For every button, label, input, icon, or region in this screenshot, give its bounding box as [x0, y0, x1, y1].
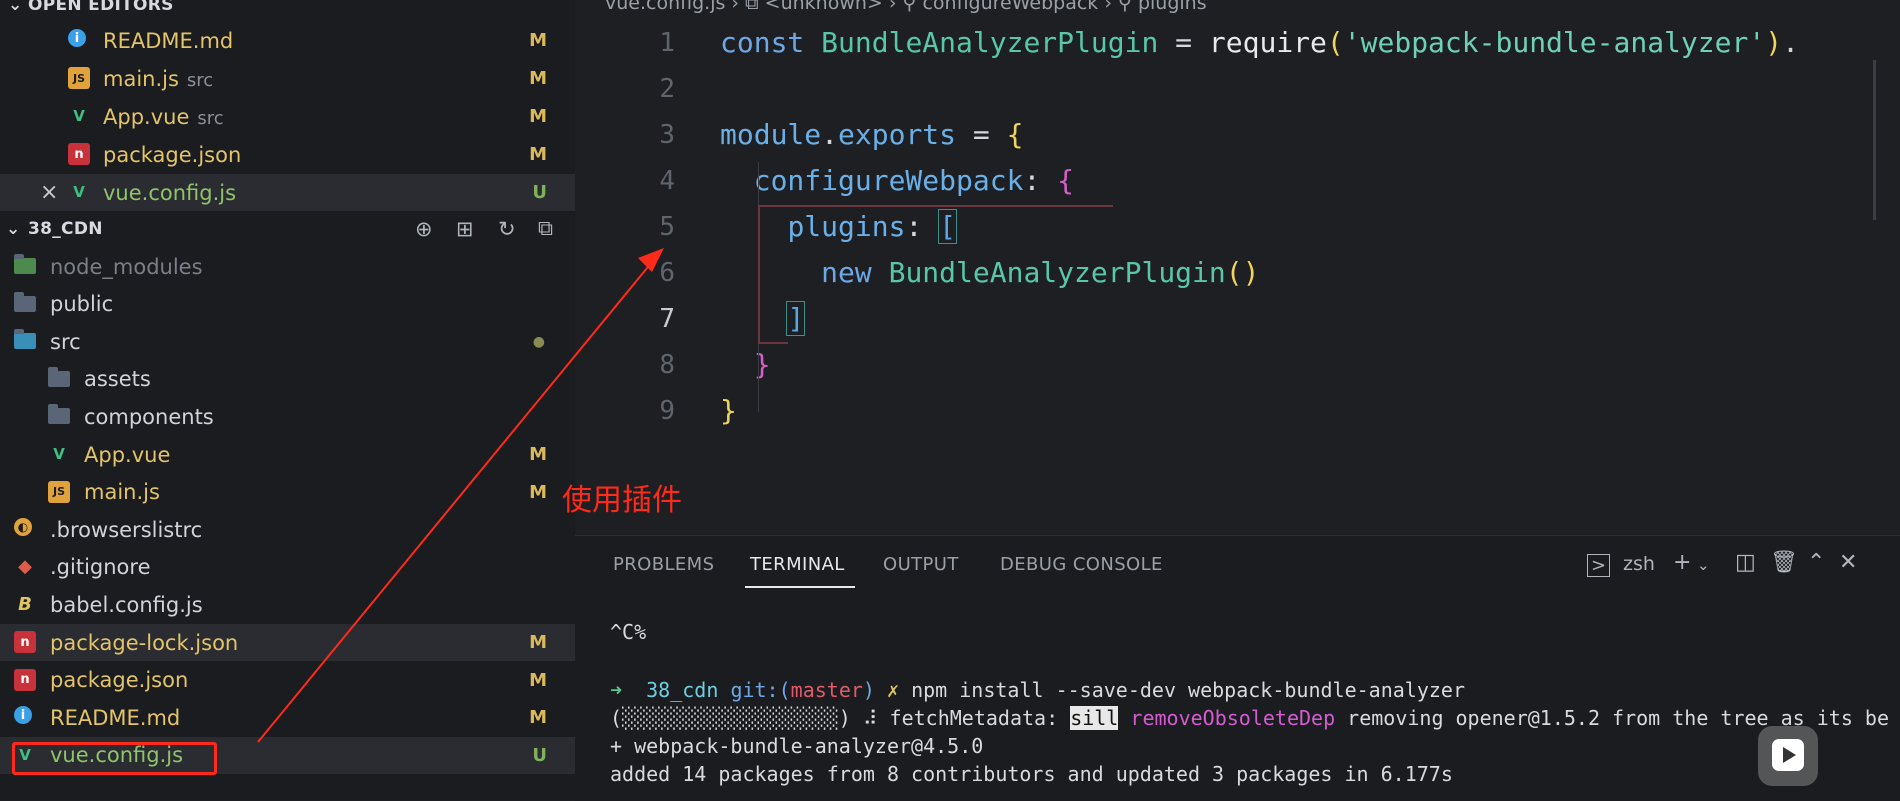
- annotation-arrow: [257, 248, 664, 743]
